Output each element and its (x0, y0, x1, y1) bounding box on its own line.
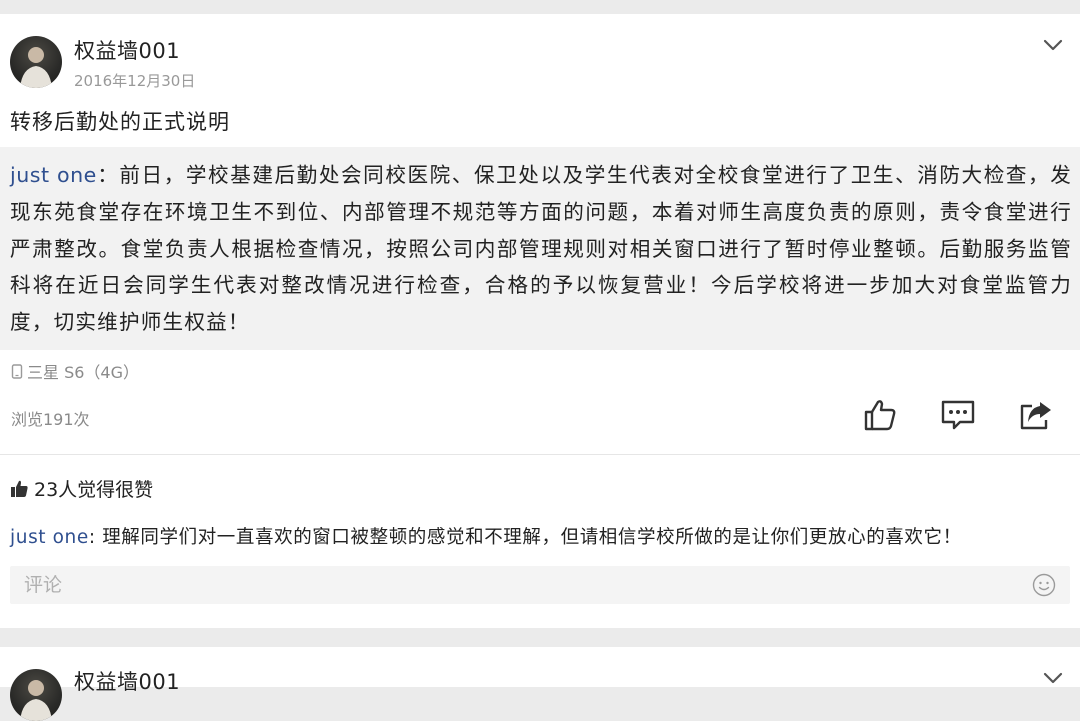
quote-author[interactable]: just one (10, 163, 97, 187)
quote-text: just one：前日，学校基建后勤处会同校医院、保卫处以及学生代表对全校食堂进… (10, 157, 1072, 341)
post-date: 2016年12月30日 (74, 72, 196, 90)
comment-author[interactable]: just one (10, 527, 89, 548)
smiley-icon[interactable] (1032, 573, 1056, 597)
comment-input[interactable] (24, 570, 1004, 600)
username[interactable]: 权益墙001 (74, 666, 180, 696)
view-count: 浏览191次 (11, 410, 90, 429)
chevron-down-icon[interactable] (1042, 38, 1064, 52)
next-post-card: 权益墙001 (0, 647, 1080, 721)
comment-item: just one: 理解同学们对一直喜欢的窗口被整顿的感觉和不理解，但请相信学校… (10, 523, 962, 549)
likes-row[interactable]: 23人觉得很赞 (10, 475, 153, 502)
quoted-statement: just one：前日，学校基建后勤处会同校医院、保卫处以及学生代表对全校食堂进… (0, 147, 1080, 350)
quote-separator: ： (96, 163, 120, 187)
thumbs-up-icon[interactable] (862, 398, 898, 432)
post-title: 转移后勤处的正式说明 (10, 110, 230, 134)
likes-count: 23人觉得很赞 (34, 479, 154, 501)
device-label: 三星 S6（4G） (27, 363, 140, 382)
share-icon[interactable] (1018, 398, 1054, 432)
quote-body: 前日，学校基建后勤处会同校医院、保卫处以及学生代表对全校食堂进行了卫生、消防大检… (10, 163, 1073, 335)
speech-bubble-icon[interactable] (940, 398, 976, 432)
avatar[interactable] (10, 36, 62, 88)
comment-separator: : (88, 527, 103, 548)
username[interactable]: 权益墙001 (74, 35, 180, 65)
comment-text: 理解同学们对一直喜欢的窗口被整顿的感觉和不理解，但请相信学校所做的是让你们更放心… (102, 527, 962, 548)
avatar[interactable] (10, 669, 62, 721)
chevron-down-icon[interactable] (1042, 671, 1064, 685)
device-info: 三星 S6（4G） (11, 359, 139, 383)
thumbs-up-small-icon (11, 480, 28, 497)
divider (0, 454, 1080, 455)
post-card: 权益墙001 2016年12月30日 转移后勤处的正式说明 just one：前… (0, 14, 1080, 628)
comment-box (10, 566, 1070, 604)
phone-icon (11, 363, 23, 379)
